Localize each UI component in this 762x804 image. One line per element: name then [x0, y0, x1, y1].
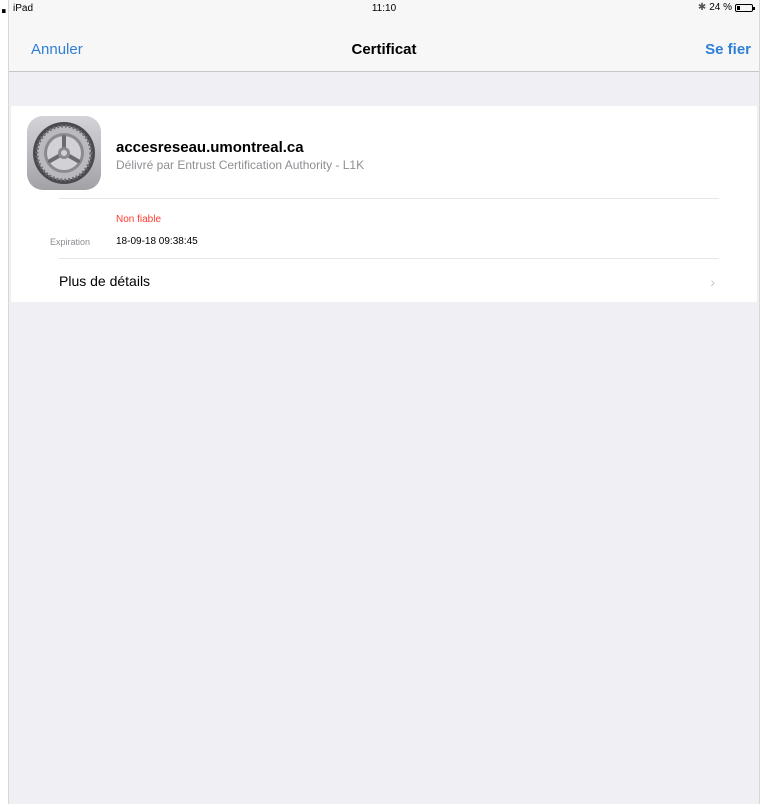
- cancel-button[interactable]: Annuler: [31, 18, 83, 71]
- chevron-right-icon: ›: [710, 274, 715, 290]
- status-time: 11:10: [371, 3, 397, 14]
- settings-gear-icon: [27, 116, 101, 190]
- battery-percent: 24 %: [709, 2, 732, 13]
- certificate-issuer: Délivré par Entrust Certification Author…: [116, 158, 365, 172]
- battery-fill: [737, 5, 741, 10]
- battery-icon: [735, 3, 755, 12]
- ipad-screen: iPad 11:10 ✱ 24 % Annuler Certificat Se …: [8, 0, 760, 804]
- status-bar: iPad 11:10 ✱ 24 %: [9, 0, 759, 18]
- page-title: Certificat: [351, 41, 417, 58]
- status-right-group: ✱ 24 %: [697, 2, 755, 13]
- expiration-label: Expiration: [50, 237, 91, 247]
- trust-status: Non fiable: [116, 214, 162, 225]
- navigation-bar: Annuler Certificat Se fier: [9, 18, 759, 72]
- certificate-name: accesreseau.umontreal.ca: [116, 139, 304, 156]
- more-details-row[interactable]: Plus de détails ›: [11, 259, 757, 304]
- trust-button[interactable]: Se fier: [705, 18, 751, 71]
- corner-fragment: .: [0, 0, 8, 18]
- divider: [59, 198, 719, 199]
- certificate-card: accesreseau.umontreal.ca Délivré par Ent…: [11, 106, 757, 302]
- more-details-label: Plus de détails: [59, 273, 151, 289]
- expiration-value: 18-09-18 09:38:45: [116, 236, 198, 247]
- bluetooth-icon: ✱: [697, 2, 707, 13]
- screenshot-frame: . iPad 11:10 ✱ 24 % Annuler Certificat S…: [0, 0, 762, 804]
